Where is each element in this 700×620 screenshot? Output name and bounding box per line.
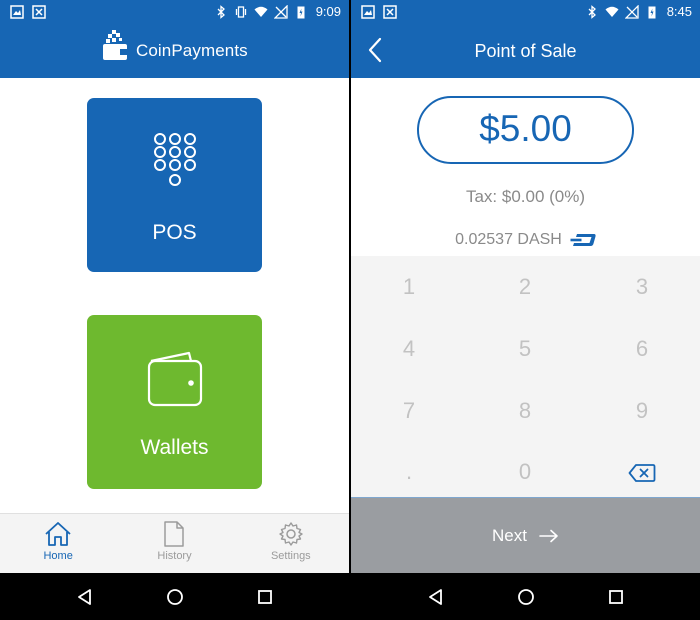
nav-settings-label: Settings: [270, 550, 311, 562]
key-9[interactable]: 9: [584, 380, 700, 442]
key-0[interactable]: 0: [467, 441, 583, 503]
status-bar: 8:45: [351, 0, 700, 24]
nav-home-label: Home: [43, 550, 73, 562]
battery-charging-icon: [648, 6, 656, 18]
excel-notification-icon: [383, 5, 397, 19]
key-2[interactable]: 2: [467, 256, 583, 318]
back-triangle-icon[interactable]: [76, 588, 94, 606]
bottom-navigation: Home History Settings: [0, 513, 349, 573]
home-circle-icon[interactable]: [166, 588, 184, 606]
battery-charging-icon: [297, 6, 305, 18]
document-icon: [164, 521, 185, 547]
key-6[interactable]: 6: [584, 318, 700, 380]
system-navigation-bar: [351, 573, 700, 620]
recents-square-icon[interactable]: [608, 589, 624, 605]
status-time: 9:09: [315, 4, 341, 19]
bluetooth-icon: [217, 4, 225, 19]
pos-label: POS: [152, 221, 197, 244]
tax-text: Tax: $0.00 (0%): [465, 187, 586, 206]
screenshot-stage: 9:09 CoinPayments POS Wallets Home Histo…: [0, 0, 700, 620]
key-decimal[interactable]: .: [351, 441, 467, 503]
amount-display[interactable]: $5.00: [417, 96, 634, 164]
status-time: 8:45: [666, 4, 692, 19]
key-5[interactable]: 5: [467, 318, 583, 380]
wallet-icon: [147, 351, 202, 407]
key-3[interactable]: 3: [584, 256, 700, 318]
point-of-sale-screen: 8:45 Point of Sale $5.00 Tax: $0.00 (0%)…: [351, 0, 700, 620]
home-circle-icon[interactable]: [517, 588, 535, 606]
coinpayments-logo: CoinPayments: [102, 30, 248, 62]
key-1[interactable]: 1: [351, 256, 467, 318]
pos-tile[interactable]: POS: [87, 98, 262, 272]
dash-logo-icon[interactable]: [570, 233, 596, 247]
home-screen: 9:09 CoinPayments POS Wallets Home Histo…: [0, 0, 349, 620]
crypto-amount-row: 0.02537 DASH: [351, 231, 700, 249]
nav-home[interactable]: Home: [0, 514, 116, 573]
next-button[interactable]: Next: [351, 497, 700, 573]
recents-square-icon[interactable]: [257, 589, 273, 605]
app-bar: CoinPayments: [0, 24, 349, 78]
next-label: Next: [492, 525, 527, 545]
key-4[interactable]: 4: [351, 318, 467, 380]
wallets-label: Wallets: [140, 436, 209, 459]
home-icon: [45, 522, 71, 546]
crypto-amount: 0.02537 DASH: [455, 231, 562, 248]
logo-text: CoinPayments: [136, 41, 248, 60]
keypad-icon: [153, 133, 196, 186]
system-navigation-bar: [0, 573, 349, 620]
backspace-key[interactable]: [584, 441, 700, 503]
nav-history-label: History: [157, 550, 192, 562]
page-title: Point of Sale: [474, 41, 577, 61]
gear-icon: [279, 522, 303, 546]
wifi-icon: [254, 6, 268, 17]
app-bar: Point of Sale: [351, 24, 700, 78]
wallet-logo-icon: [103, 30, 127, 60]
nav-settings[interactable]: Settings: [233, 514, 349, 573]
no-signal-icon: [273, 4, 288, 19]
excel-notification-icon: [32, 5, 46, 19]
back-triangle-icon[interactable]: [427, 588, 445, 606]
arrow-right-icon: [539, 529, 558, 542]
vibrate-icon: [235, 5, 246, 18]
wifi-icon: [605, 6, 619, 17]
key-7[interactable]: 7: [351, 380, 467, 442]
backspace-icon: [628, 464, 656, 483]
no-signal-icon: [624, 4, 639, 19]
status-bar: 9:09: [0, 0, 349, 24]
numeric-keypad: 1 2 3 4 5 6 7 8 9 . 0: [351, 256, 700, 497]
gallery-notification-icon: [361, 5, 375, 19]
nav-history[interactable]: History: [116, 514, 232, 573]
bluetooth-icon: [588, 4, 596, 19]
wallets-tile[interactable]: Wallets: [87, 315, 262, 489]
key-8[interactable]: 8: [467, 380, 583, 442]
gallery-notification-icon: [10, 5, 24, 19]
